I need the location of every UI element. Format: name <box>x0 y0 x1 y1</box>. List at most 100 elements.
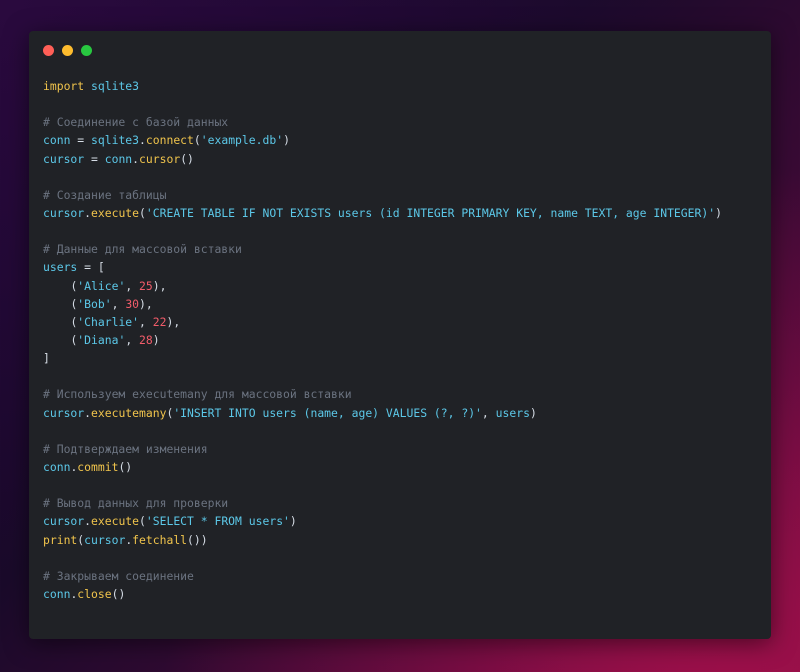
code-token: # Используем executemany для массовой вс… <box>43 387 352 402</box>
code-line: users = [ <box>43 258 722 276</box>
code-line: cursor.execute('SELECT * FROM users') <box>43 512 722 530</box>
code-token: cursor <box>43 514 85 529</box>
code-token: close <box>77 586 112 601</box>
code-token: cursor <box>43 405 85 420</box>
code-token: conn <box>43 586 71 601</box>
code-token: . <box>84 205 92 220</box>
code-line: ('Diana', 28) <box>43 331 722 349</box>
maximize-dot-icon[interactable] <box>81 45 92 56</box>
code-token: ()) <box>187 532 208 547</box>
code-token: ), <box>166 314 181 329</box>
code-token: () <box>118 459 133 474</box>
code-token: . <box>84 514 92 529</box>
code-token: commit <box>77 459 119 474</box>
code-token: # Вывод данных для проверки <box>43 496 229 511</box>
code-token: users <box>495 405 530 420</box>
code-token: # Данные для массовой вставки <box>43 242 242 257</box>
code-token: conn <box>43 459 71 474</box>
code-token: conn <box>43 133 71 148</box>
code-token: executemany <box>91 405 167 420</box>
code-token: 'Charlie' <box>77 314 140 329</box>
code-line: # Соединение с базой данных <box>43 113 722 131</box>
code-token: 'Alice' <box>77 278 126 293</box>
code-token: ) <box>529 405 537 420</box>
code-token: ) <box>289 514 297 529</box>
code-token: # Закрываем соединение <box>43 568 194 583</box>
code-line: ​ <box>43 95 722 113</box>
code-token: execute <box>91 205 140 220</box>
code-line: cursor = conn.cursor() <box>43 150 722 168</box>
code-token: ) <box>715 205 722 220</box>
code-token: 25 <box>139 278 153 293</box>
code-token: ), <box>139 296 153 311</box>
code-token: ( <box>139 205 146 220</box>
code-line: ​ <box>43 168 722 186</box>
code-token: cursor <box>84 532 126 547</box>
code-line: ('Charlie', 22), <box>43 313 722 331</box>
code-line: import sqlite3 <box>43 77 722 95</box>
code-line: # Закрываем соединение <box>43 567 722 585</box>
code-line: print(cursor.fetchall()) <box>43 531 722 549</box>
code-window: import sqlite3​# Соединение с базой данн… <box>29 31 771 639</box>
code-line: ​ <box>43 549 722 567</box>
code-token: fetchall <box>132 532 188 547</box>
code-line: ('Bob', 30), <box>43 295 722 313</box>
code-token: 22 <box>152 314 167 329</box>
code-token: 'SELECT * FROM users' <box>145 514 290 529</box>
code-token: 'Diana' <box>77 332 126 347</box>
code-line: # Используем executemany для массовой вс… <box>43 385 722 403</box>
code-token: , <box>125 278 140 293</box>
code-token: = <box>70 133 92 148</box>
code-token: = <box>84 151 105 166</box>
code-block: import sqlite3​# Соединение с базой данн… <box>43 77 722 603</box>
code-token: 30 <box>125 296 140 311</box>
code-token: ), <box>152 278 167 293</box>
code-token: connect <box>145 133 194 148</box>
code-token: 'Bob' <box>77 296 112 311</box>
close-dot-icon[interactable] <box>43 45 54 56</box>
code-line: ('Alice', 25), <box>43 277 722 295</box>
code-token: 'example.db' <box>200 133 284 148</box>
minimize-dot-icon[interactable] <box>62 45 73 56</box>
code-token: , <box>125 332 140 347</box>
code-token: , <box>139 314 153 329</box>
code-line: cursor.executemany('INSERT INTO users (n… <box>43 404 722 422</box>
code-token: execute <box>91 514 140 529</box>
code-line: ​ <box>43 476 722 494</box>
code-token: cursor <box>43 151 85 166</box>
code-token: . <box>139 133 146 148</box>
code-token: . <box>132 151 140 166</box>
code-token: () <box>180 151 194 166</box>
code-token: ] <box>43 351 50 366</box>
code-token: , <box>111 296 126 311</box>
code-token: ( <box>139 514 146 529</box>
code-token: # Создание таблицы <box>43 187 167 202</box>
code-token: # Соединение с базой данных <box>43 115 229 130</box>
code-token: users <box>43 260 78 275</box>
code-line: conn.commit() <box>43 458 722 476</box>
code-token: 'INSERT INTO users (name, age) VALUES (?… <box>173 405 482 420</box>
code-token: 28 <box>139 332 153 347</box>
code-line: conn.close() <box>43 585 722 603</box>
code-token: conn <box>104 151 133 166</box>
code-line: ] <box>43 349 722 367</box>
code-token: . <box>84 405 92 420</box>
code-token: , <box>481 405 496 420</box>
code-token: 'CREATE TABLE IF NOT EXISTS users (id IN… <box>145 205 716 220</box>
code-line: ​ <box>43 222 722 240</box>
code-token: = <box>77 260 98 275</box>
code-token: import <box>43 79 85 93</box>
code-token: cursor <box>139 151 181 166</box>
code-token: print <box>43 532 78 547</box>
code-token: sqlite3 <box>91 133 140 148</box>
code-line: # Подтверждаем изменения <box>43 440 722 458</box>
code-token: ) <box>152 332 160 347</box>
code-token: ( <box>193 133 201 148</box>
code-line: conn = sqlite3.connect('example.db') <box>43 131 722 149</box>
code-line: # Данные для массовой вставки <box>43 240 722 258</box>
code-token: # Подтверждаем изменения <box>43 441 208 456</box>
